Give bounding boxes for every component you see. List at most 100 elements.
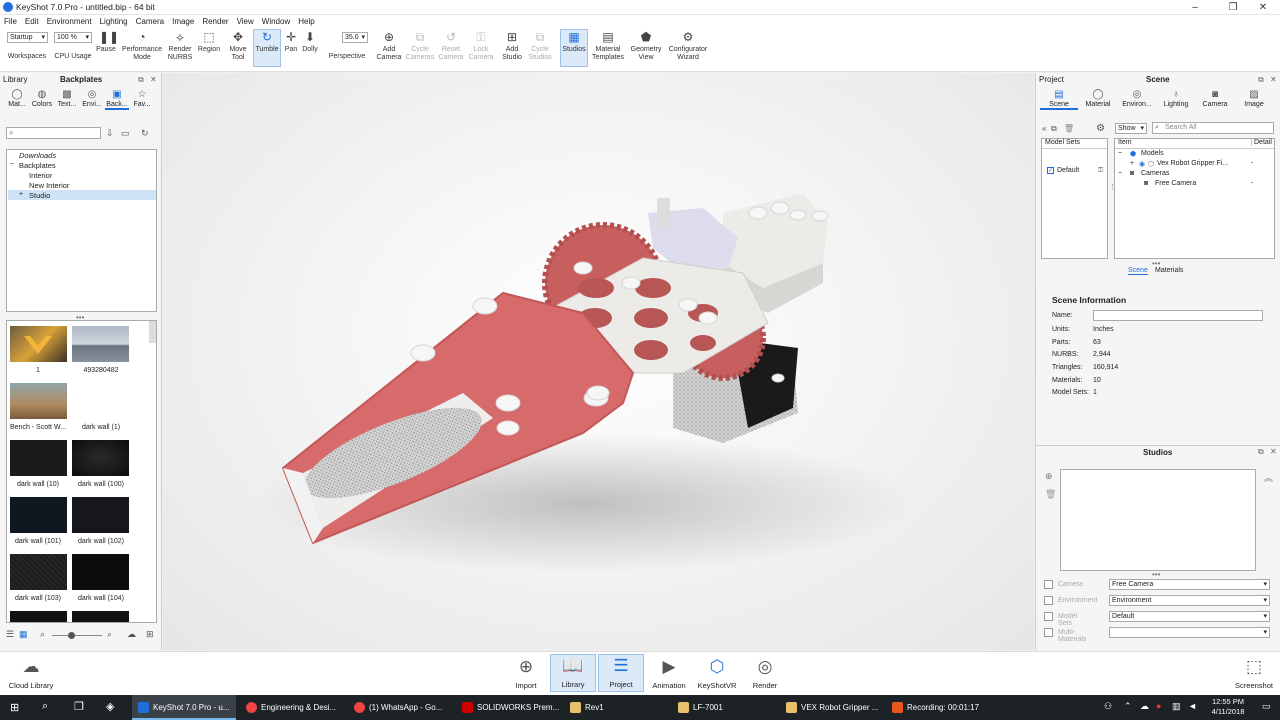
render-nurbs-button[interactable]: ⟡ Render NURBS [166,30,194,62]
taskbar-item-whatsapp[interactable]: (1) WhatsApp - Go... [348,695,452,720]
add-icon[interactable]: ⊞ [146,629,154,640]
taskbar-item-vex-gripper[interactable]: VEX Robot Gripper ... [780,695,884,720]
pause-button[interactable]: ❚❚ Pause [94,30,119,54]
default-model-set-checkbox[interactable]: ✓ [1047,167,1054,174]
tab-scene[interactable]: ▤ Scene [1040,89,1078,110]
focal-length-input[interactable]: 35.0 [342,32,368,43]
tree-item-downloads[interactable]: Downloads [19,151,56,160]
multi-materials-checkbox[interactable] [1044,628,1053,637]
subtab-materials[interactable]: Materials [1155,267,1183,274]
tab-material[interactable]: ◯ Material [1079,89,1117,108]
project-button[interactable]: ☰ Project [598,654,644,692]
tree-item-free-camera[interactable]: Free Camera [1155,180,1196,187]
taskbar-item-recording[interactable]: Recording: 00:01:17 [886,695,990,720]
windows-start-icon[interactable]: ⊞ [10,701,19,714]
tray-app-icon[interactable]: ● [1156,701,1161,711]
tree-item-backplates[interactable]: Backplates [19,161,56,170]
lock-camera-button[interactable]: ⚿ Lock Camera [467,30,495,62]
dolly-button[interactable]: ⬇ Dolly [300,30,320,54]
backplate-thumb-12[interactable] [72,611,129,622]
zoom-out-icon[interactable]: ⌕ [40,629,45,640]
taskbar-item-lf7001[interactable]: LF-7001 [672,695,776,720]
expand-icon[interactable]: + [19,191,23,198]
collapse-left-icon[interactable]: « [1042,124,1046,133]
slider-handle[interactable] [68,632,75,639]
lock-icon[interactable]: ⚿ [1098,167,1103,175]
link-icon[interactable]: ⧉ [1051,124,1057,134]
taskbar-item-keyshot[interactable]: KeyShot 7.0 Pro - u... [132,695,236,720]
task-view-icon[interactable]: ❐ [74,700,84,713]
thumbnail-size-slider[interactable] [52,635,102,636]
library-tab-environments[interactable]: ◎ Envi... [80,89,104,108]
menu-lighting[interactable]: Lighting [96,15,132,28]
close-panel-icon[interactable]: ✕ [1270,74,1277,86]
menu-file[interactable]: File [0,15,21,28]
menu-environment[interactable]: Environment [43,15,96,28]
library-button[interactable]: 📖 Library [550,654,596,692]
cpu-usage-select[interactable]: 100 % [54,32,92,43]
collapse-icon[interactable]: − [1118,170,1122,177]
tab-image[interactable]: ▨ Image [1235,89,1273,108]
keyshot-pinned-icon[interactable]: ◈ [106,700,114,713]
add-studio-button[interactable]: ⊞ Add Studio [500,30,524,62]
perspective-button[interactable]: Perspective [325,53,369,61]
region-button[interactable]: ⬚ Region [196,30,222,54]
backplate-thumb-2[interactable] [72,326,129,362]
menu-render[interactable]: Render [198,15,232,28]
backplate-thumb-8[interactable] [72,497,129,533]
environment-select[interactable]: Environment [1109,595,1270,606]
taskbar-item-rev1[interactable]: Rev1 [564,695,668,720]
cloud-upload-icon[interactable]: ☁ [127,629,136,640]
tree-item-studio[interactable]: Studio [29,191,50,200]
subtab-scene[interactable]: Scene [1128,267,1148,275]
library-tab-textures[interactable]: ▩ Text... [55,89,79,108]
show-select[interactable]: Show [1115,123,1147,134]
minimize-button[interactable]: – [1178,0,1212,15]
expand-icon[interactable]: + [1130,160,1134,167]
list-view-icon[interactable]: ☰ [6,629,14,640]
geometry-view-button[interactable]: ⬟ Geometry View [628,30,664,62]
render-button[interactable]: ◎ Render [742,656,788,690]
splitter-handle[interactable]: ••• [1152,570,1160,579]
onedrive-icon[interactable]: ☁ [1140,701,1149,712]
studios-list[interactable] [1060,469,1256,571]
gear-icon[interactable]: ⚙ [1096,123,1105,134]
backplate-thumb-1[interactable] [10,326,67,362]
backplate-thumb-6[interactable] [72,440,129,476]
collapse-up-icon[interactable]: ︽ [1264,471,1273,484]
backplate-thumb-7[interactable] [10,497,67,533]
backplate-thumb-5[interactable] [10,440,67,476]
menu-edit[interactable]: Edit [21,15,43,28]
menu-view[interactable]: View [233,15,258,28]
cycle-cameras-button[interactable]: ⧉ Cycle Cameras [404,30,436,62]
menu-image[interactable]: Image [168,15,198,28]
backplate-thumb-11[interactable] [10,611,67,622]
workspace-select[interactable]: Startup [7,32,48,43]
add-studio-icon[interactable]: ⊕ [1045,471,1053,482]
undock-icon[interactable]: ⧉ [1258,74,1264,86]
tree-item-new-interior[interactable]: New Interior [29,181,69,190]
menu-window[interactable]: Window [258,15,294,28]
maximize-button[interactable]: ❐ [1216,0,1250,15]
import-button[interactable]: ⊕ Import [503,656,549,690]
library-tab-backplates[interactable]: ▣ Back... [105,89,129,110]
backplate-thumb-10[interactable] [72,554,129,590]
close-panel-icon[interactable]: ✕ [150,74,157,86]
cycle-studios-button[interactable]: ⧉ Cycle Studios [526,30,554,62]
tab-camera[interactable]: ◙ Camera [1196,89,1234,108]
environment-checkbox[interactable] [1044,596,1053,605]
notifications-icon[interactable]: ▭ [1262,701,1271,712]
model-sets-checkbox[interactable] [1044,612,1053,621]
delete-studio-icon[interactable]: 🗑 [1045,489,1056,500]
library-search-input[interactable]: ⌕ [6,127,101,139]
delete-icon[interactable]: 🗑 [1064,124,1074,133]
performance-mode-button[interactable]: ◔ Performance Mode [120,30,164,62]
taskbar-item-chrome-engineering[interactable]: Engineering & Desi... [240,695,344,720]
studios-button[interactable]: ▦ Studios [560,29,588,67]
menu-camera[interactable]: Camera [132,15,168,28]
search-icon[interactable]: ⌕ [42,700,48,713]
scene-name-input[interactable] [1093,310,1263,321]
material-templates-button[interactable]: ▤ Material Templates [590,30,626,62]
tumble-button[interactable]: ↻ Tumble [253,29,281,67]
taskbar-item-solidworks[interactable]: SOLIDWORKS Prem... [456,695,560,720]
